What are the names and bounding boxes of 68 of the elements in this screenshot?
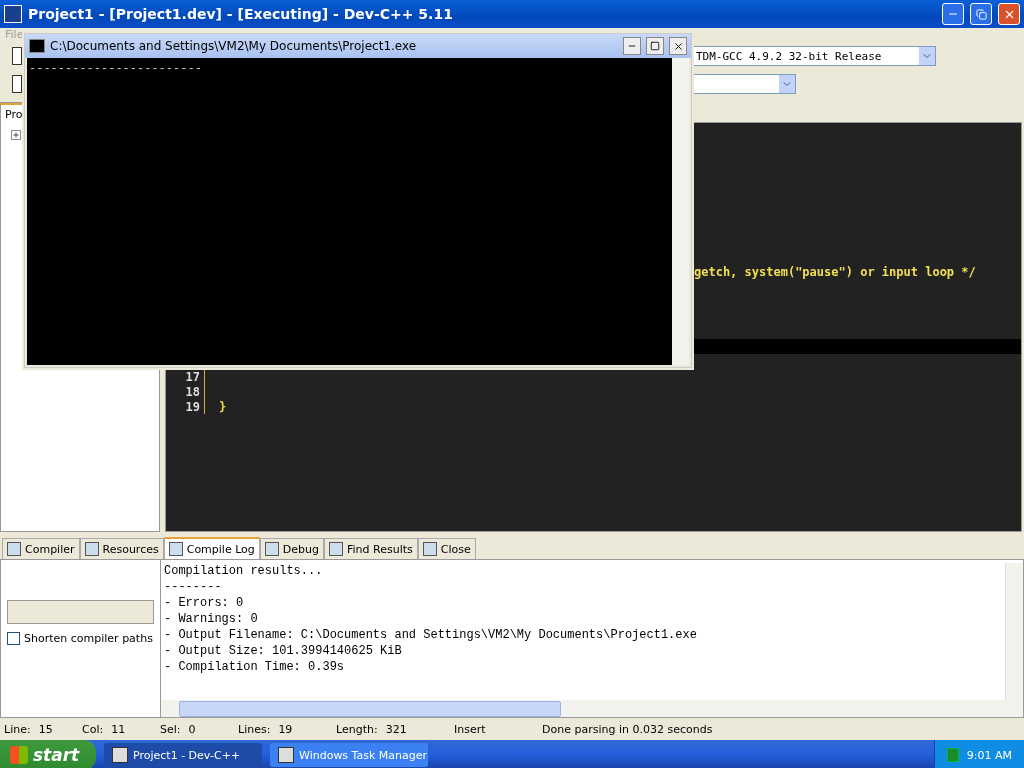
log-line: - Output Size: 101.3994140625 KiB bbox=[164, 643, 403, 659]
checkbox[interactable] bbox=[7, 632, 20, 645]
status-label: Lines: bbox=[238, 722, 271, 736]
panel-tab[interactable]: Close bbox=[417, 538, 476, 559]
horizontal-scrollbar[interactable] bbox=[161, 700, 1023, 717]
compiler-dropdown[interactable]: TDM-GCC 4.9.2 32-bit Release bbox=[692, 46, 936, 66]
status-value: Insert bbox=[454, 722, 486, 736]
minimize-button[interactable] bbox=[623, 37, 641, 55]
panel-tab[interactable]: Debug bbox=[259, 538, 325, 559]
vertical-scrollbar[interactable] bbox=[1005, 563, 1023, 700]
caret-icon bbox=[778, 75, 795, 93]
line-number: 19 bbox=[185, 399, 200, 414]
log-line: Compilation results... bbox=[164, 563, 324, 579]
line-number: 17 bbox=[185, 369, 200, 384]
windows-flag-icon bbox=[10, 746, 28, 764]
taskbar-button[interactable]: Windows Task Manager bbox=[270, 743, 428, 767]
log-line: - Compilation Time: 0.39s bbox=[164, 659, 346, 675]
status-value: 0 bbox=[188, 722, 196, 736]
expand-icon[interactable] bbox=[11, 130, 21, 140]
panel-tab[interactable]: Resources bbox=[79, 538, 164, 559]
log-line: - Warnings: 0 bbox=[164, 611, 259, 627]
log-line: - Output Filename: C:\Documents and Settings\VM2\My Documents\Project1.exe bbox=[164, 627, 698, 643]
status-label: Sel: bbox=[160, 722, 181, 736]
checkbox-label: Shorten compiler paths bbox=[24, 632, 153, 645]
status-value: Done parsing in 0.032 seconds bbox=[542, 722, 713, 736]
taskbar-button[interactable]: Project1 - Dev-C++ bbox=[104, 743, 262, 767]
tab-icon bbox=[329, 542, 344, 556]
status-value: 321 bbox=[385, 722, 407, 736]
close-icon bbox=[672, 40, 684, 52]
console-output: ------------------------ bbox=[28, 61, 203, 78]
window-icon bbox=[112, 747, 128, 763]
restore-button[interactable] bbox=[970, 3, 992, 25]
close-button[interactable] bbox=[669, 37, 687, 55]
dropdown[interactable] bbox=[692, 74, 796, 94]
maximize-button[interactable] bbox=[646, 37, 664, 55]
console-icon bbox=[29, 39, 45, 53]
window-title: Project1 - [Project1.dev] - [Executing] - Dev-C++ 5.11 bbox=[28, 6, 454, 22]
status-value: 15 bbox=[38, 722, 53, 736]
tab-icon bbox=[264, 542, 279, 556]
code-line: getch, system("pause") or input loop */ bbox=[693, 264, 976, 279]
status-label: Length: bbox=[336, 722, 378, 736]
document-icon[interactable] bbox=[12, 47, 22, 65]
maximize-icon bbox=[650, 41, 660, 51]
panel-tab[interactable]: Find Results bbox=[324, 538, 418, 559]
tab-icon bbox=[422, 542, 437, 556]
status-value: 19 bbox=[278, 722, 293, 736]
window-icon bbox=[278, 747, 294, 763]
app-icon bbox=[4, 5, 22, 23]
vertical-scrollbar[interactable] bbox=[672, 58, 689, 365]
tab-icon bbox=[84, 542, 99, 556]
log-line: - Errors: 0 bbox=[164, 595, 245, 611]
panel-tab[interactable]: Compiler bbox=[2, 538, 80, 559]
console-title: C:\Documents and Settings\VM2\My Documents\Project1.exe bbox=[50, 39, 418, 53]
toolbar-icon[interactable] bbox=[12, 75, 22, 93]
tab-icon bbox=[168, 542, 183, 556]
clock: 9:01 AM bbox=[966, 748, 1012, 762]
code-line: } bbox=[218, 399, 227, 414]
scroll-thumb[interactable] bbox=[179, 700, 561, 717]
status-label: Col: bbox=[82, 722, 104, 736]
log-line: -------- bbox=[164, 579, 223, 595]
line-number: 18 bbox=[185, 384, 200, 399]
caret-icon bbox=[918, 47, 935, 65]
tab-icon bbox=[7, 542, 21, 556]
restore-icon bbox=[975, 8, 987, 20]
status-value: 11 bbox=[111, 722, 126, 736]
status-label: Line: bbox=[4, 722, 31, 736]
start-button[interactable]: start bbox=[0, 740, 96, 768]
panel-tab[interactable]: Compile Log bbox=[163, 537, 260, 559]
